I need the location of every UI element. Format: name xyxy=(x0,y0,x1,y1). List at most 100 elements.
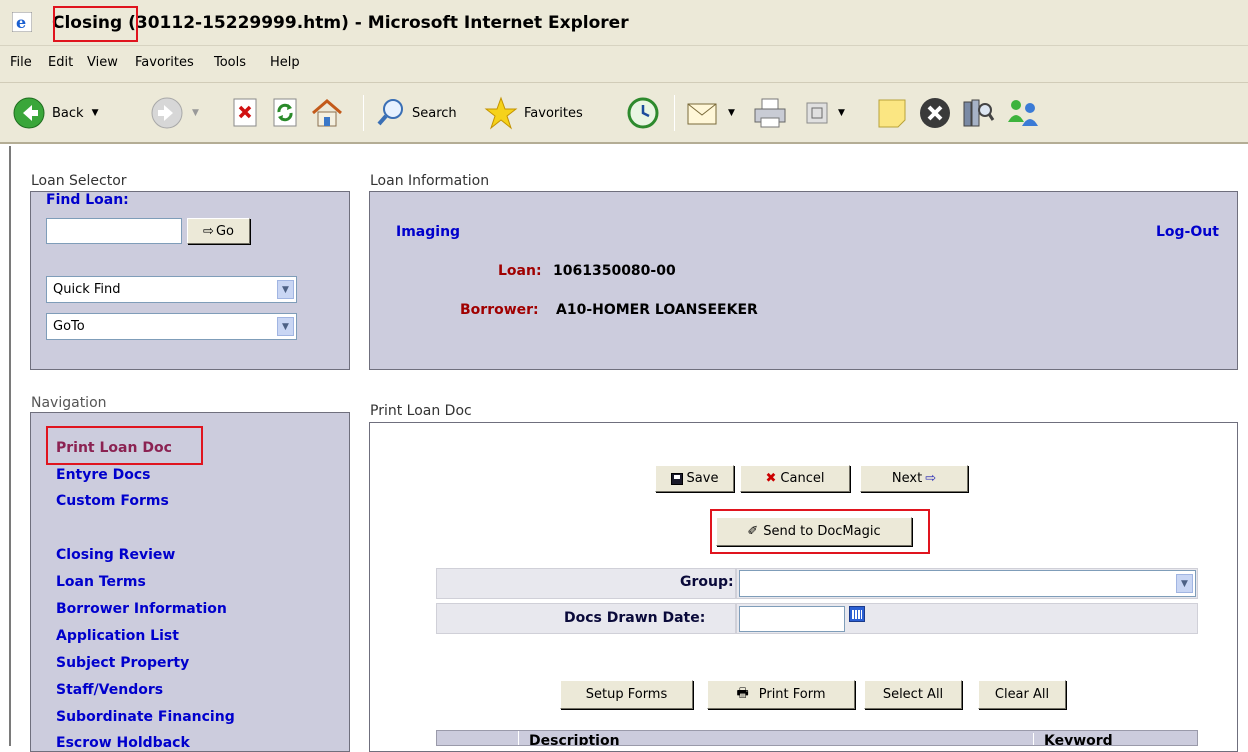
imaging-link[interactable]: Imaging xyxy=(396,224,460,240)
nav-closing-review[interactable]: Closing Review xyxy=(56,547,175,563)
cancel-x-icon: ✖ xyxy=(765,471,777,486)
loan-selector-heading: Loan Selector xyxy=(31,173,127,189)
forward-button[interactable]: ▼ xyxy=(150,94,199,132)
mail-dropdown-icon[interactable]: ▼ xyxy=(728,108,735,118)
clear-all-label: Clear All xyxy=(994,687,1050,702)
print-form-button[interactable]: 🖶 Print Form xyxy=(707,680,855,709)
history-button[interactable] xyxy=(626,94,660,132)
select-all-label: Select All xyxy=(882,687,944,702)
home-icon xyxy=(312,99,342,127)
home-button[interactable] xyxy=(310,94,344,132)
search-label: Search xyxy=(412,105,457,121)
favorites-star-icon xyxy=(484,96,518,130)
research-button[interactable] xyxy=(960,94,996,132)
back-label: Back xyxy=(52,105,84,121)
table-header-description[interactable]: Description xyxy=(529,733,620,745)
group-label: Group: xyxy=(680,574,734,590)
active-nav-annotation-box xyxy=(46,426,203,465)
window-title: Closing (30112-15229999.htm) - Microsoft… xyxy=(52,13,629,33)
nav-escrow-holdback[interactable]: Escrow Holdback xyxy=(56,735,190,751)
menu-tools[interactable]: Tools xyxy=(214,55,246,70)
menu-edit[interactable]: Edit xyxy=(48,55,73,70)
close-circle-icon xyxy=(920,98,950,128)
table-header-spacer xyxy=(437,731,519,745)
research-books-icon xyxy=(963,99,995,127)
cancel-label: Cancel xyxy=(780,471,825,486)
goto-value: GoTo xyxy=(53,319,85,334)
go-button[interactable]: ⇨ Go xyxy=(187,218,250,244)
menu-help[interactable]: Help xyxy=(270,55,300,70)
printer-icon xyxy=(754,98,786,128)
sticky-note-icon xyxy=(878,99,906,128)
calendar-icon[interactable] xyxy=(849,606,865,622)
find-loan-input[interactable] xyxy=(46,218,182,244)
internet-explorer-icon: e xyxy=(12,12,32,32)
discuss-button[interactable] xyxy=(876,94,908,132)
nav-subordinate-financing[interactable]: Subordinate Financing xyxy=(56,709,235,725)
title-annotation-box xyxy=(53,6,138,42)
refresh-button[interactable] xyxy=(272,94,300,132)
favorites-label: Favorites xyxy=(524,105,583,121)
chevron-down-icon[interactable]: ▼ xyxy=(1176,574,1193,593)
back-dropdown-icon[interactable]: ▼ xyxy=(92,108,99,118)
browser-toolbar: Back ▼ ▼ Search Favorites ▼ ▼ xyxy=(0,82,1248,144)
navigation-heading: Navigation xyxy=(31,395,107,411)
nav-staff-vendors[interactable]: Staff/Vendors xyxy=(56,682,163,698)
setup-forms-label: Setup Forms xyxy=(585,687,668,702)
next-label: Next xyxy=(891,471,923,486)
docs-drawn-date-label: Docs Drawn Date: xyxy=(564,610,706,626)
table-header-keyword[interactable]: Keyword xyxy=(1033,733,1113,745)
mail-button[interactable]: ▼ xyxy=(686,94,735,132)
close-tab-button[interactable] xyxy=(918,94,952,132)
floppy-disk-icon xyxy=(670,472,683,485)
setup-forms-button[interactable]: Setup Forms xyxy=(560,680,693,709)
nav-entyre-docs[interactable]: Entyre Docs xyxy=(56,467,151,483)
search-button[interactable]: Search xyxy=(376,94,457,132)
edit-dropdown-icon[interactable]: ▼ xyxy=(838,108,845,118)
nav-loan-terms[interactable]: Loan Terms xyxy=(56,574,146,590)
nav-borrower-information[interactable]: Borrower Information xyxy=(56,601,227,617)
forward-dropdown-icon[interactable]: ▼ xyxy=(192,108,199,118)
menu-view[interactable]: View xyxy=(87,55,118,70)
borrower-name-value: A10-HOMER LOANSEEKER xyxy=(556,302,758,318)
back-arrow-icon xyxy=(13,97,45,129)
go-label: Go xyxy=(215,223,234,239)
messenger-button[interactable] xyxy=(1004,94,1042,132)
chevron-down-icon[interactable]: ▼ xyxy=(277,280,294,299)
forward-arrow-icon xyxy=(151,97,183,129)
next-button[interactable]: Next ⇨ xyxy=(860,465,968,492)
docs-drawn-date-input[interactable] xyxy=(739,606,845,632)
stop-icon xyxy=(233,98,257,127)
select-all-button[interactable]: Select All xyxy=(864,680,962,709)
menu-bar: File Edit View Favorites Tools Help xyxy=(0,45,1248,82)
next-arrow-icon: ⇨ xyxy=(925,471,937,486)
edit-button[interactable]: ▼ xyxy=(804,94,845,132)
mail-icon xyxy=(687,103,717,125)
nav-application-list[interactable]: Application List xyxy=(56,628,179,644)
chevron-down-icon[interactable]: ▼ xyxy=(277,317,294,336)
save-label: Save xyxy=(686,471,719,486)
cancel-button[interactable]: ✖ Cancel xyxy=(740,465,850,492)
menu-favorites[interactable]: Favorites xyxy=(135,55,194,70)
edit-page-icon xyxy=(806,102,828,124)
logout-link[interactable]: Log-Out xyxy=(1156,224,1219,240)
refresh-icon xyxy=(273,98,297,127)
history-icon xyxy=(627,97,659,129)
nav-custom-forms[interactable]: Custom Forms xyxy=(56,493,169,509)
stop-button[interactable] xyxy=(232,94,260,132)
menu-file[interactable]: File xyxy=(10,55,32,70)
loan-label: Loan: xyxy=(498,263,542,279)
goto-select[interactable]: GoTo ▼ xyxy=(46,313,297,340)
quick-find-select[interactable]: Quick Find ▼ xyxy=(46,276,297,303)
print-loan-doc-heading: Print Loan Doc xyxy=(370,403,472,419)
clear-all-button[interactable]: Clear All xyxy=(978,680,1066,709)
group-select[interactable]: ▼ xyxy=(739,570,1196,597)
loan-number-value: 1061350080-00 xyxy=(553,263,676,279)
save-button[interactable]: Save xyxy=(655,465,734,492)
back-button[interactable]: Back ▼ xyxy=(12,94,98,132)
toolbar-separator xyxy=(674,95,675,131)
favorites-button[interactable]: Favorites xyxy=(484,94,583,132)
printer-icon: 🖶 xyxy=(736,685,749,701)
nav-subject-property[interactable]: Subject Property xyxy=(56,655,189,671)
print-button[interactable] xyxy=(752,94,788,132)
